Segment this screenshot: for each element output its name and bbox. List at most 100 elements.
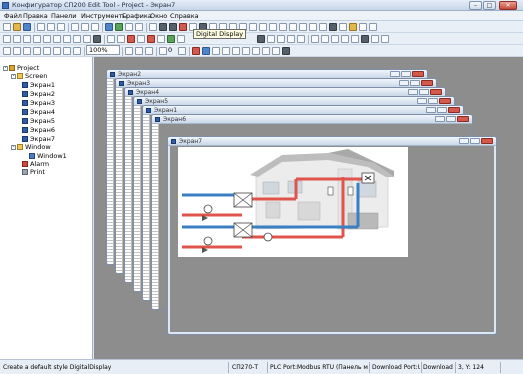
arc-icon[interactable] (73, 35, 81, 43)
zoom-out-icon[interactable] (135, 47, 143, 55)
bit-lamp-icon[interactable] (127, 35, 135, 43)
trend-graph-icon[interactable] (289, 23, 297, 31)
minimize-icon[interactable] (426, 107, 436, 113)
save-screen-icon[interactable] (257, 35, 265, 43)
tree-screen-group[interactable]: - Screen (11, 72, 47, 80)
forward-icon[interactable] (242, 47, 250, 55)
rounded-rect-icon[interactable] (33, 35, 41, 43)
minimize-icon[interactable] (399, 80, 409, 86)
zoom-icon[interactable] (73, 47, 81, 55)
meter-icon[interactable] (279, 23, 287, 31)
line-color-icon[interactable] (202, 47, 210, 55)
recipe-icon[interactable] (349, 23, 357, 31)
compile-icon[interactable] (105, 23, 113, 31)
close-icon[interactable] (439, 98, 451, 104)
grid-icon[interactable] (351, 35, 359, 43)
polyline-icon[interactable] (13, 35, 21, 43)
circle-icon[interactable] (63, 35, 71, 43)
line-width-value[interactable]: 0 (168, 46, 172, 55)
chart-line-icon[interactable] (311, 35, 319, 43)
history-icon[interactable] (319, 23, 327, 31)
close-icon[interactable] (421, 80, 433, 86)
library-icon[interactable] (381, 35, 389, 43)
align-left-icon[interactable] (3, 47, 11, 55)
align-right-icon[interactable] (23, 47, 31, 55)
alarm-display-icon[interactable] (309, 23, 317, 31)
backward-icon[interactable] (252, 47, 260, 55)
tree-screen-item[interactable]: Экран6 (22, 126, 55, 134)
xy-graph-icon[interactable] (299, 23, 307, 31)
maximize-icon[interactable] (446, 116, 456, 122)
flip-icon[interactable] (272, 47, 280, 55)
layer-icon[interactable] (361, 35, 369, 43)
screen-canvas[interactable] (178, 147, 408, 257)
keypad-icon[interactable] (177, 35, 185, 43)
menu-tools[interactable]: Инструменты (81, 12, 128, 20)
bring-front-icon[interactable] (222, 47, 230, 55)
rotate-icon[interactable] (262, 47, 270, 55)
redo-icon[interactable] (81, 23, 89, 31)
align-center-icon[interactable] (13, 47, 21, 55)
maximize-icon[interactable] (437, 107, 447, 113)
maximize-icon[interactable] (410, 80, 420, 86)
indicator-icon[interactable] (167, 35, 175, 43)
list-icon[interactable] (369, 23, 377, 31)
collapse-icon[interactable]: - (3, 65, 8, 71)
align-top-icon[interactable] (33, 47, 41, 55)
cut-icon[interactable] (37, 23, 45, 31)
zoom-select[interactable]: 100% (86, 45, 120, 55)
menu-help[interactable]: Справка (170, 12, 199, 20)
minimize-icon[interactable] (408, 89, 418, 95)
maximize-icon[interactable] (470, 138, 480, 144)
word-lamp-icon[interactable] (147, 35, 155, 43)
line-style-icon[interactable] (178, 47, 186, 55)
multistate-icon[interactable] (157, 35, 165, 43)
minimize-icon[interactable] (459, 138, 469, 144)
font-icon[interactable] (212, 47, 220, 55)
maximize-icon[interactable] (401, 71, 411, 77)
close-icon[interactable] (457, 116, 469, 122)
save-icon[interactable] (23, 23, 31, 31)
line-width-icon[interactable] (159, 47, 167, 55)
chart-area-icon[interactable] (341, 35, 349, 43)
fill-color-icon[interactable] (192, 47, 200, 55)
collapse-icon[interactable]: - (11, 144, 16, 150)
scale-icon[interactable] (93, 35, 101, 43)
polygon-icon[interactable] (53, 35, 61, 43)
table-icon[interactable] (359, 23, 367, 31)
close-icon[interactable] (430, 89, 442, 95)
bit-button-icon[interactable] (159, 23, 167, 31)
copy-icon[interactable] (47, 23, 55, 31)
minimize-icon[interactable] (435, 116, 445, 122)
same-width-icon[interactable] (63, 47, 71, 55)
ellipse-icon[interactable] (43, 35, 51, 43)
close-icon[interactable] (448, 107, 460, 113)
tree-screen-item[interactable]: Экран5 (22, 117, 55, 125)
paste-icon[interactable] (57, 23, 65, 31)
zoom-in-icon[interactable] (125, 47, 133, 55)
lock-icon[interactable] (282, 47, 290, 55)
select-icon[interactable] (117, 35, 125, 43)
close-button[interactable]: ✕ (499, 1, 517, 10)
chart-scatter-icon[interactable] (331, 35, 339, 43)
minimize-icon[interactable] (390, 71, 400, 77)
tree-alarm[interactable]: Alarm (22, 160, 49, 168)
open-folder-icon[interactable] (13, 23, 21, 31)
switch-icon[interactable] (137, 35, 145, 43)
maximize-icon[interactable] (419, 89, 429, 95)
fit-icon[interactable] (145, 47, 153, 55)
close-icon[interactable] (412, 71, 424, 77)
word-button-icon[interactable] (169, 23, 177, 31)
frame-icon[interactable] (277, 35, 285, 43)
pointer-icon[interactable] (107, 35, 115, 43)
collapse-icon[interactable]: - (11, 73, 16, 79)
menu-graphics[interactable]: Графика (122, 12, 152, 20)
active-screen-window[interactable]: Экран7 (167, 136, 497, 335)
ungroup-icon[interactable] (297, 35, 305, 43)
time-display-icon[interactable] (249, 23, 257, 31)
week-display-icon[interactable] (259, 23, 267, 31)
tree-window-item[interactable]: Window1 (29, 152, 67, 160)
tree-project[interactable]: - Project (3, 64, 39, 72)
lamp-icon[interactable] (149, 23, 157, 31)
send-back-icon[interactable] (232, 47, 240, 55)
